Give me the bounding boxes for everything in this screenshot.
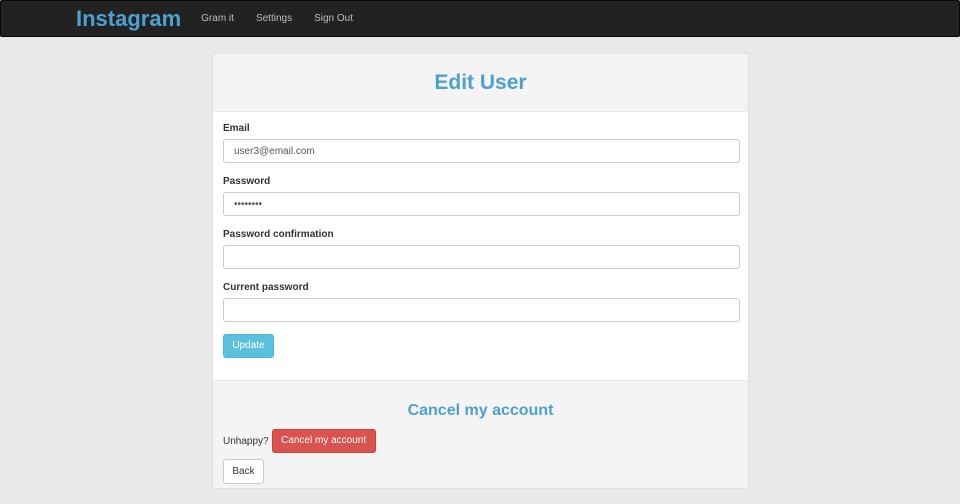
nav-link-sign-out[interactable]: Sign Out [314, 13, 353, 24]
page-title: Edit User [434, 70, 527, 94]
unhappy-row: Unhappy? Cancel my account [223, 429, 748, 453]
cancel-account-section: Cancel my account Unhappy? Cancel my acc… [213, 380, 748, 488]
password-confirmation-label: Password confirmation [223, 229, 334, 240]
panel-header: Edit User [213, 54, 748, 112]
password-label: Password [223, 176, 271, 187]
update-button[interactable]: Update [223, 334, 274, 358]
nav-link-settings[interactable]: Settings [256, 13, 292, 24]
back-button[interactable]: Back [223, 459, 264, 484]
cancel-account-button[interactable]: Cancel my account [271, 429, 376, 453]
current-password-label: Current password [223, 282, 309, 293]
current-password-field[interactable] [223, 298, 740, 322]
brand-logo-link[interactable]: Instagram [76, 0, 181, 37]
password-confirmation-field[interactable] [223, 245, 740, 269]
edit-user-panel: Edit User Email Password Password confir… [212, 53, 749, 489]
unhappy-prompt: Unhappy? [223, 435, 269, 447]
nav-link-gram-it[interactable]: Gram it [201, 13, 234, 24]
password-field[interactable] [223, 192, 740, 216]
email-field[interactable] [223, 139, 740, 163]
cancel-account-heading: Cancel my account [407, 402, 554, 419]
email-label: Email [223, 123, 250, 134]
edit-user-form: Email Password Password confirmation Cur… [213, 112, 748, 358]
top-navbar: Instagram Gram it Settings Sign Out [0, 0, 960, 37]
